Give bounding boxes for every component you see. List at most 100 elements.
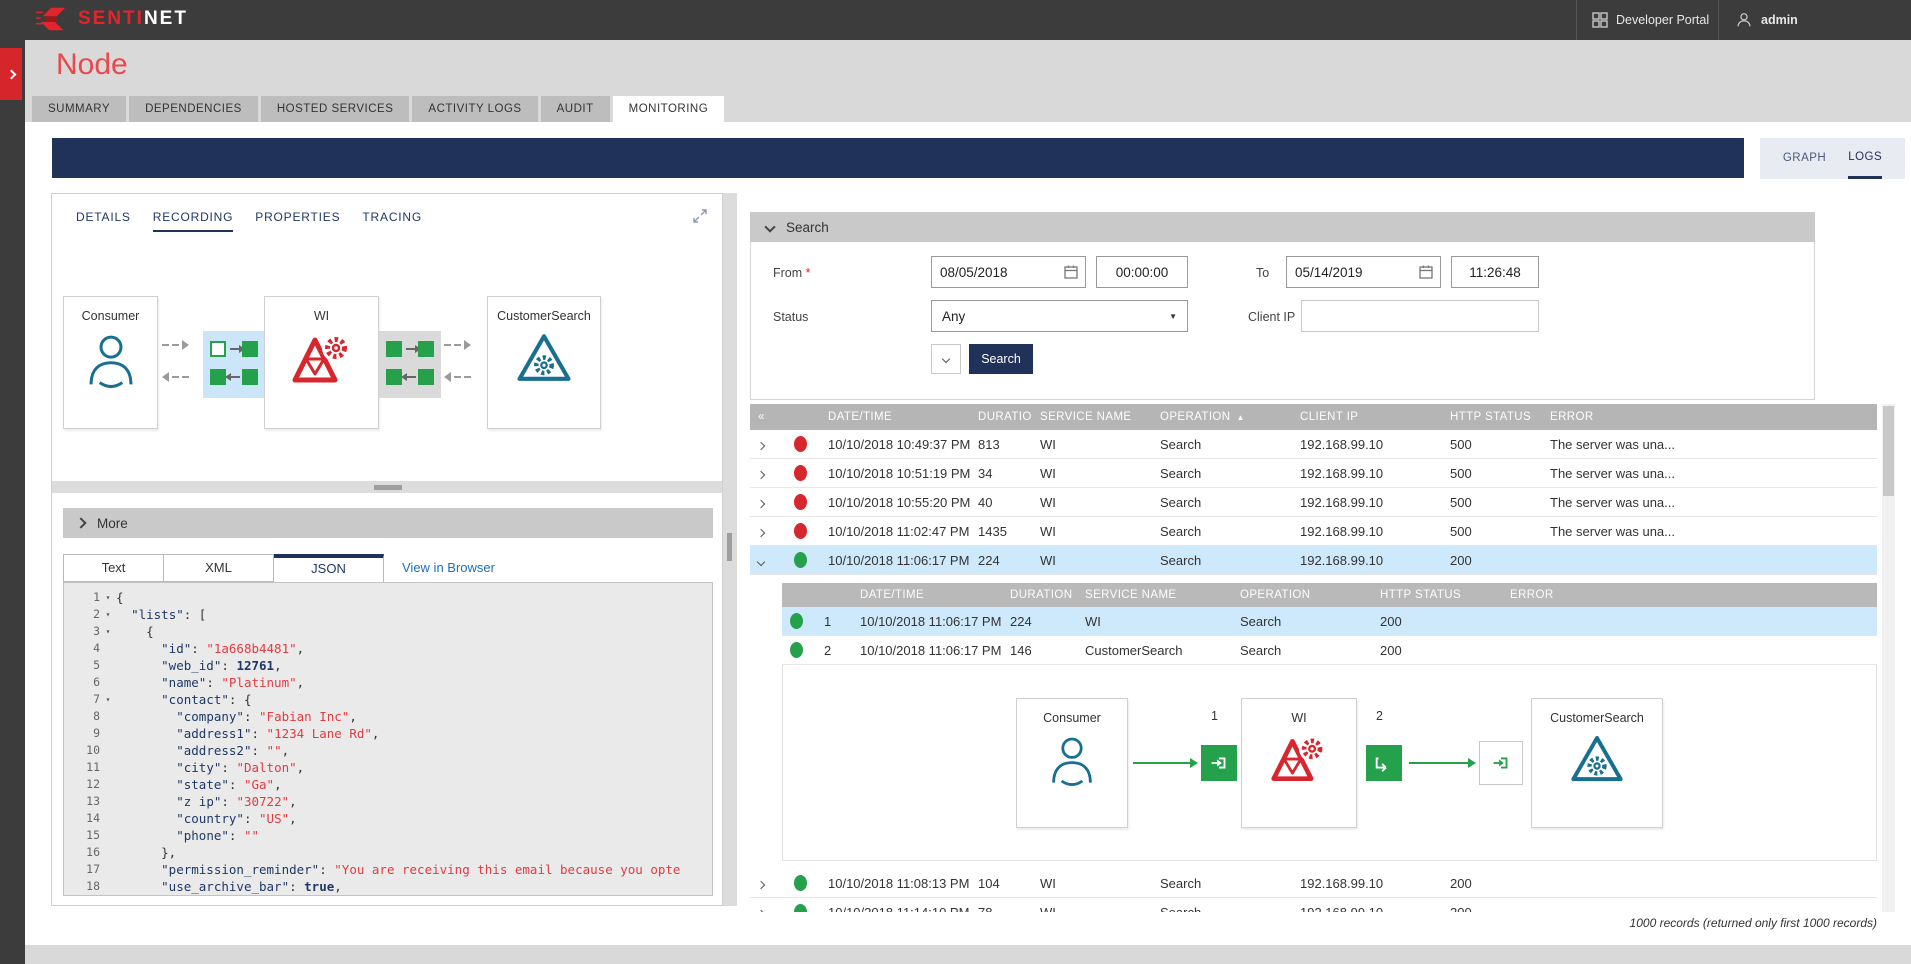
chevron-down-icon [757, 557, 765, 565]
code-line: 7▾ "contact": { [64, 691, 712, 708]
panel-tab-recording[interactable]: RECORDING [153, 210, 234, 232]
code-text: "use_archive_bar": true, [116, 878, 342, 895]
more-section-header[interactable]: More [63, 508, 713, 538]
grid-rows: 10/10/2018 10:49:37 PM813WISearch192.168… [750, 430, 1877, 575]
cell-client-ip: 192.168.99.10 [1292, 495, 1442, 510]
panel-tab-properties[interactable]: PROPERTIES [255, 210, 340, 232]
row-expander[interactable] [750, 876, 786, 891]
column-header-service-name[interactable]: SERVICE NAME [1032, 411, 1152, 423]
main-tab-summary[interactable]: SUMMARY [32, 96, 126, 122]
column-header-http-status[interactable]: HTTP STATUS [1442, 411, 1542, 423]
node-consumer[interactable]: Consumer [1016, 698, 1128, 828]
to-date-input[interactable] [1286, 256, 1441, 288]
node-label: Consumer [1017, 711, 1127, 725]
main-tab-dependencies[interactable]: DEPENDENCIES [129, 96, 258, 122]
code-tab-json[interactable]: JSON [274, 554, 384, 582]
node-label: Consumer [64, 309, 157, 323]
horizontal-splitter[interactable] [52, 481, 722, 493]
panel-tab-tracing[interactable]: TRACING [362, 210, 422, 232]
code-text: "company": "Fabian Inc", [116, 708, 357, 725]
search-section-header[interactable]: Search [750, 212, 1815, 242]
sentinet-logo-icon [36, 4, 70, 34]
log-grid: « DATE/TIMEDURATIONSERVICE NAMEOPERATION▲… [750, 404, 1877, 912]
fold-marker-icon[interactable]: ▾ [100, 623, 116, 640]
message-endpoint-icon[interactable] [1479, 741, 1523, 785]
node-wi-service[interactable]: WI [264, 296, 379, 429]
row-expander[interactable] [750, 524, 786, 539]
status-select[interactable]: Any ▼ [931, 300, 1188, 332]
code-line: 6 "name": "Platinum", [64, 674, 712, 691]
toggle-logs[interactable]: LOGS [1848, 138, 1882, 179]
log-row[interactable]: 10/10/2018 11:08:13 PM104WISearch192.168… [750, 869, 1877, 898]
log-row[interactable]: 10/10/2018 10:55:20 PM40WISearch192.168.… [750, 488, 1877, 517]
code-line: 5 "web_id": 12761, [64, 657, 712, 674]
toggle-graph[interactable]: GRAPH [1783, 138, 1826, 179]
main-tab-audit[interactable]: AUDIT [541, 96, 610, 122]
row-expander[interactable] [750, 437, 786, 452]
cell-service-name: WI [1032, 876, 1152, 891]
row-expander[interactable] [750, 553, 786, 568]
message-hop-icon[interactable] [1366, 745, 1402, 781]
cell-client-ip: 192.168.99.10 [1292, 437, 1442, 452]
scrollbar-thumb[interactable] [1883, 406, 1894, 496]
node-customersearch-service[interactable]: CustomerSearch [487, 296, 601, 429]
view-in-browser-link[interactable]: View in Browser [402, 560, 495, 575]
grid-scrollbar[interactable] [1882, 404, 1895, 912]
to-label: To [1256, 266, 1269, 280]
message-exchange[interactable] [379, 331, 441, 398]
line-number: 4 [64, 640, 100, 657]
message-hop-icon[interactable] [1201, 745, 1237, 781]
search-options-button[interactable] [931, 344, 961, 374]
log-row[interactable]: 10/10/2018 11:06:17 PM224WISearch192.168… [750, 546, 1877, 575]
code-tab-xml[interactable]: XML [164, 554, 274, 582]
sidebar-expand-button[interactable] [0, 48, 22, 100]
panel-tab-details[interactable]: DETAILS [76, 210, 131, 232]
row-expander[interactable] [750, 905, 786, 913]
main-tab-hosted-services[interactable]: HOSTED SERVICES [261, 96, 410, 122]
to-time-input[interactable] [1451, 256, 1539, 288]
message-exchange-selected[interactable] [203, 331, 265, 398]
from-time-input[interactable] [1096, 256, 1188, 288]
log-row[interactable]: 10/10/2018 10:51:19 PM34WISearch192.168.… [750, 459, 1877, 488]
column-header-operation[interactable]: OPERATION▲ [1152, 411, 1292, 423]
column-header-client-ip[interactable]: CLIENT IP [1292, 411, 1442, 423]
sub-log-row[interactable]: 210/10/2018 11:06:17 PM146CustomerSearch… [782, 636, 1877, 665]
user-menu[interactable]: admin [1735, 0, 1798, 40]
node-customersearch-service[interactable]: CustomerSearch [1531, 698, 1663, 828]
main-tab-activity-logs[interactable]: ACTIVITY LOGS [412, 96, 537, 122]
log-row[interactable]: 10/10/2018 10:49:37 PM813WISearch192.168… [750, 430, 1877, 459]
fold-marker-icon[interactable]: ▾ [100, 606, 116, 623]
column-header-date-time[interactable]: DATE/TIME [820, 411, 970, 423]
log-row[interactable]: 10/10/2018 11:02:47 PM1435WISearch192.16… [750, 517, 1877, 546]
from-date-input[interactable] [931, 256, 1086, 288]
more-label: More [97, 516, 128, 531]
fold-marker-icon[interactable]: ▾ [100, 691, 116, 708]
sub-log-row[interactable]: 110/10/2018 11:06:17 PM224WISearch200 [782, 607, 1877, 636]
row-expander[interactable] [750, 466, 786, 481]
arrow-left-icon [406, 376, 416, 378]
search-button[interactable]: Search [969, 344, 1033, 374]
brand[interactable]: SENTINET [36, 4, 188, 34]
fold-marker-icon[interactable]: ▾ [100, 589, 116, 606]
code-text: "phone": "" [116, 827, 259, 844]
node-consumer[interactable]: Consumer [63, 296, 158, 429]
username-label: admin [1761, 13, 1798, 27]
client-ip-input[interactable] [1301, 300, 1539, 332]
node-wi-service[interactable]: WI [1241, 698, 1357, 828]
column-header-duration[interactable]: DURATION [970, 411, 1032, 423]
code-tab-text[interactable]: Text [63, 554, 164, 582]
developer-portal-link[interactable]: Developer Portal [1592, 0, 1709, 40]
row-expander[interactable] [750, 495, 786, 510]
sub-grid-header: DATE/TIMEDURATIONSERVICE NAMEOPERATIONHT… [782, 583, 1877, 607]
expand-panel-button[interactable] [692, 208, 708, 224]
code-text: { [116, 589, 124, 606]
request-arrow-icon [444, 340, 471, 350]
vertical-splitter[interactable] [723, 193, 737, 906]
json-payload-viewer[interactable]: 1▾{2▾ "lists": [3▾ {4 "id": "1a668b4481"… [63, 582, 713, 896]
cell-error: The server was una... [1542, 524, 1877, 539]
log-row[interactable]: 10/10/2018 11:14:10 PM78WISearch192.168.… [750, 898, 1877, 912]
collapse-all-button[interactable]: « [750, 411, 786, 423]
main-tab-monitoring[interactable]: MONITORING [613, 96, 725, 122]
cell-service-name: WI [1032, 905, 1152, 913]
column-header-error[interactable]: ERROR [1542, 411, 1877, 423]
